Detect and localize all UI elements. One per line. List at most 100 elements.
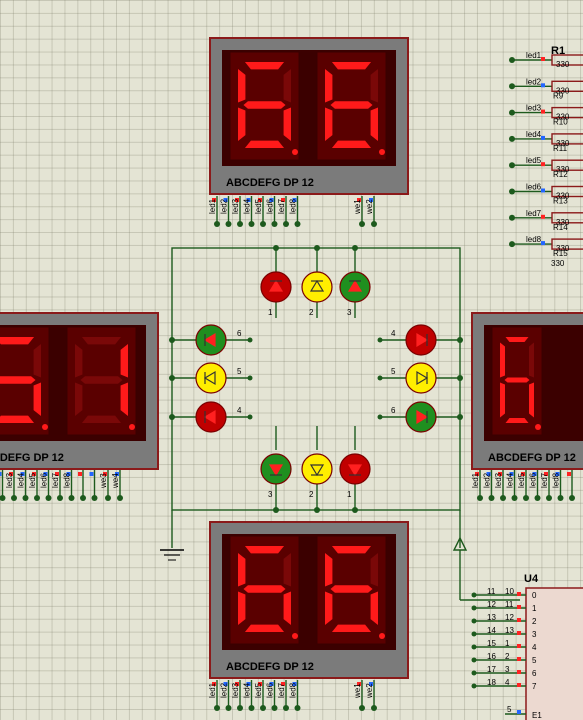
right-seven-segment-display[interactable]: ABCDEFG DP 12 [471, 312, 583, 470]
top-seg-pin-row: led1 led2 led3 led4 led5 led6 led7 led8 [208, 196, 301, 227]
pin-junction[interactable] [248, 705, 255, 711]
resistor-junction[interactable] [509, 188, 515, 195]
pinout-label: ABCDEFG DP 12 [0, 452, 64, 464]
pin-junction[interactable] [260, 221, 266, 227]
pin-junction[interactable] [359, 221, 365, 227]
pin-junction[interactable] [488, 495, 495, 501]
net-label: led7 [51, 472, 60, 488]
chip-pin-junction[interactable] [471, 631, 477, 637]
pin-junction[interactable] [569, 495, 575, 501]
pin-junction[interactable] [80, 495, 86, 501]
pin-junction[interactable] [511, 495, 518, 501]
chip-u4[interactable]: U411 10 012 11 113 12 214 13 315 1 416 2 517 3 618 4 75E… [471, 573, 583, 720]
pin-junction[interactable] [283, 221, 289, 227]
chip-pin-name: 0 [532, 591, 537, 600]
resistor-value: 330 [556, 139, 570, 148]
pin-junction[interactable] [22, 495, 29, 501]
led-body [301, 271, 333, 303]
net-label: led7 [277, 198, 286, 214]
pin-junction[interactable] [68, 495, 75, 501]
chip-pin-name: 7 [532, 682, 537, 691]
resistor-value: 330 [556, 86, 570, 95]
net-label: led4 [526, 130, 542, 139]
pin-junction[interactable] [45, 495, 52, 501]
pin-junction[interactable] [371, 221, 377, 227]
chip-pin-net: 18 [487, 678, 496, 687]
pin-junction[interactable] [294, 705, 301, 711]
pin-state-marker [89, 472, 94, 476]
ground-symbol [160, 549, 184, 561]
pin-junction[interactable] [271, 221, 278, 227]
pin-junction[interactable] [91, 495, 98, 501]
pin-junction[interactable] [260, 705, 266, 711]
pin-junction[interactable] [294, 221, 301, 227]
resistor-value: 330 [556, 244, 570, 253]
pin-junction[interactable] [271, 705, 278, 711]
pin-junction[interactable] [117, 495, 123, 501]
pinout-label: ABCDEFG DP 12 [488, 452, 576, 464]
resistor-value: 330 [556, 60, 570, 69]
top-seven-segment-display[interactable]: ABCDEFG DP 12 [209, 37, 409, 195]
resistor-junction[interactable] [509, 109, 515, 116]
pin-junction[interactable] [500, 495, 506, 501]
chip-pin-name: 1 [532, 604, 537, 613]
segment-d [331, 140, 372, 148]
right-seg-pin-row: led1 led2 led3 led4 led5 led6 led7 led8 [471, 470, 575, 501]
pin-junction[interactable] [57, 495, 63, 501]
pin-junction[interactable] [105, 495, 111, 501]
chip-pin-number: 13 [505, 626, 514, 635]
pin-junction[interactable] [237, 705, 243, 711]
pin-junction[interactable] [11, 495, 17, 501]
chip-pin-junction[interactable] [471, 592, 477, 598]
segment-d [244, 140, 285, 148]
chip-bottom-label: E1 [532, 711, 542, 720]
chip-pin-number: 11 [505, 600, 514, 609]
pin-junction[interactable] [225, 705, 232, 711]
net-label: led1 [208, 198, 217, 214]
pin-junction[interactable] [359, 705, 365, 711]
resistor-junction[interactable] [509, 214, 515, 221]
decimal-point [292, 149, 298, 155]
resistor-junction[interactable] [509, 83, 515, 90]
chip-pin-junction[interactable] [471, 657, 477, 663]
chip-pin-junction[interactable] [471, 683, 477, 689]
resistor-value: 330 [556, 192, 570, 201]
led-pin-number: 2 [309, 308, 314, 317]
resistor-bank[interactable]: R1led1330led2R9330led3R10330led4R11330le… [509, 45, 583, 268]
pin-junction[interactable] [248, 221, 255, 227]
pin-junction[interactable] [534, 495, 541, 501]
pin-junction[interactable] [546, 495, 552, 501]
pin-junction[interactable] [557, 495, 564, 501]
net-label: led6 [266, 198, 275, 214]
pin-junction[interactable] [523, 495, 529, 501]
pin-junction[interactable] [237, 221, 243, 227]
chip-pin-junction[interactable] [471, 605, 477, 611]
resistor-junction[interactable] [509, 57, 515, 63]
net-label: led5 [526, 156, 542, 165]
pin-junction[interactable] [283, 705, 289, 711]
pin-junction[interactable] [0, 495, 6, 501]
pin-junction[interactable] [214, 221, 220, 227]
pin-state-marker [0, 472, 2, 476]
resistor-junction[interactable] [509, 241, 515, 248]
segment-d [0, 415, 35, 423]
net-label: we1 [353, 683, 362, 699]
resistor-junction[interactable] [509, 162, 515, 169]
chip-pin-junction[interactable] [471, 670, 477, 676]
pin-junction[interactable] [225, 221, 232, 227]
resistor-junction[interactable] [509, 135, 515, 142]
segment-a [331, 546, 372, 554]
bottom-seven-segment-display[interactable]: ABCDEFG DP 12 [209, 521, 409, 679]
pin-junction[interactable] [214, 705, 220, 711]
segment-g [243, 101, 286, 109]
pin-junction[interactable] [371, 705, 377, 711]
pin-junction[interactable] [477, 495, 483, 501]
net-label: led1 [471, 472, 480, 488]
chip-pin-junction[interactable] [471, 644, 477, 650]
net-label: led8 [289, 682, 298, 698]
pin-junction[interactable] [34, 495, 40, 501]
left-seven-segment-display[interactable]: ABCDEFG DP 12 [0, 312, 159, 470]
net-label: led3 [231, 682, 240, 698]
chip-pin-junction[interactable] [471, 618, 477, 624]
segment-d [244, 624, 285, 632]
